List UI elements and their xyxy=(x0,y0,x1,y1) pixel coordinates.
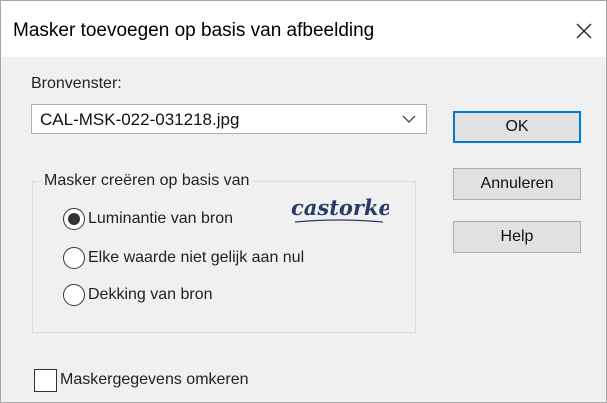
invert-mask-checkbox[interactable] xyxy=(34,368,57,392)
radio-label: Elke waarde niet gelijk aan nul xyxy=(88,249,305,266)
radio-any-nonzero[interactable]: Elke waarde niet gelijk aan nul xyxy=(63,246,304,270)
chevron-down-icon xyxy=(402,115,416,123)
mask-source-group-caption: Masker creëren op basis van xyxy=(41,172,253,190)
castorke-watermark: castorke xyxy=(291,195,389,223)
close-icon xyxy=(576,23,592,39)
cancel-button[interactable]: Annuleren xyxy=(453,168,581,200)
close-button[interactable] xyxy=(562,9,606,53)
help-button[interactable]: Help xyxy=(453,221,581,253)
radio-label: Luminantie van bron xyxy=(88,210,233,227)
radio-label: Dekking van bron xyxy=(88,286,213,303)
radio-button[interactable] xyxy=(63,247,85,269)
radio-button[interactable] xyxy=(63,208,85,230)
mask-dialog: Masker toevoegen op basis van afbeelding… xyxy=(0,0,607,403)
source-window-value: CAL-MSK-022-031218.jpg xyxy=(40,110,240,129)
watermark-text: castorke xyxy=(291,195,389,220)
source-window-label: Bronvenster: xyxy=(31,75,122,92)
source-window-dropdown[interactable]: CAL-MSK-022-031218.jpg xyxy=(31,104,427,134)
invert-mask-label: Maskergegevens omkeren xyxy=(60,371,249,388)
radio-button[interactable] xyxy=(63,284,85,306)
radio-source-opacity[interactable]: Dekking van bron xyxy=(63,283,213,307)
radio-luminance[interactable]: Luminantie van bron xyxy=(63,207,233,231)
ok-button[interactable]: OK xyxy=(453,111,581,143)
invert-mask-option[interactable]: Maskergegevens omkeren xyxy=(34,368,249,392)
title-bar: Masker toevoegen op basis van afbeelding xyxy=(1,1,606,57)
dialog-title: Masker toevoegen op basis van afbeelding xyxy=(13,20,375,41)
